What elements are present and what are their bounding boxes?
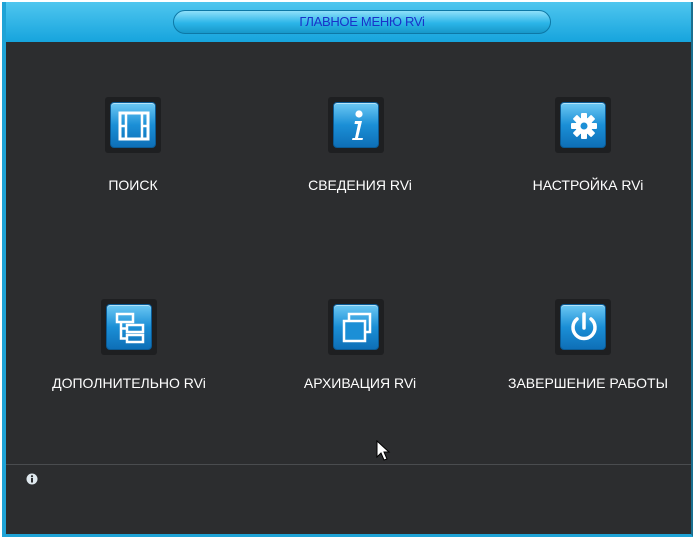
info-icon xyxy=(26,473,38,485)
menu-item-advanced[interactable]: ДОПОЛНИТЕЛЬНО RVi xyxy=(33,299,233,399)
menu-label-advanced: ДОПОЛНИТЕЛЬНО RVi xyxy=(52,375,206,391)
info-icon[interactable] xyxy=(333,102,379,148)
film-icon[interactable] xyxy=(110,102,156,148)
mouse-cursor-icon xyxy=(376,440,391,461)
power-icon[interactable] xyxy=(560,304,606,350)
menu-label-backup: АРХИВАЦИЯ RVi xyxy=(303,375,417,391)
tree-icon[interactable] xyxy=(106,304,152,350)
icon-frame xyxy=(555,97,611,153)
menu-item-info[interactable]: СВЕДЕНИЯ RVi xyxy=(260,97,460,207)
menu-item-backup[interactable]: АРХИВАЦИЯ RVi xyxy=(260,299,460,399)
menu-label-shutdown: ЗАВЕРШЕНИЕ РАБОТЫ xyxy=(508,375,668,391)
window-title: ГЛАВНОЕ МЕНЮ RVi xyxy=(299,14,425,29)
title-plate: ГЛАВНОЕ МЕНЮ RVi xyxy=(173,10,551,34)
icon-frame xyxy=(105,97,161,153)
windows-icon[interactable] xyxy=(333,304,379,350)
menu-label-settings: НАСТРОЙКА RVi xyxy=(532,177,644,193)
menu-item-search[interactable]: ПОИСК xyxy=(33,97,233,207)
menu-item-settings[interactable]: НАСТРОЙКА RVi xyxy=(488,97,688,207)
icon-frame xyxy=(328,97,384,153)
gear-icon[interactable] xyxy=(560,102,606,148)
main-menu-window: ГЛАВНОЕ МЕНЮ RVi ПОИСК СВЕДЕНИЯ RVi НАСТ… xyxy=(2,2,693,537)
icon-frame xyxy=(555,299,611,355)
title-bar: ГЛАВНОЕ МЕНЮ RVi xyxy=(6,2,691,42)
menu-item-shutdown[interactable]: ЗАВЕРШЕНИЕ РАБОТЫ xyxy=(488,299,688,399)
status-bar xyxy=(6,464,691,534)
icon-frame xyxy=(101,299,157,355)
menu-label-search: ПОИСК xyxy=(108,177,158,193)
menu-label-info: СВЕДЕНИЯ RVi xyxy=(308,177,412,193)
icon-frame xyxy=(328,299,384,355)
